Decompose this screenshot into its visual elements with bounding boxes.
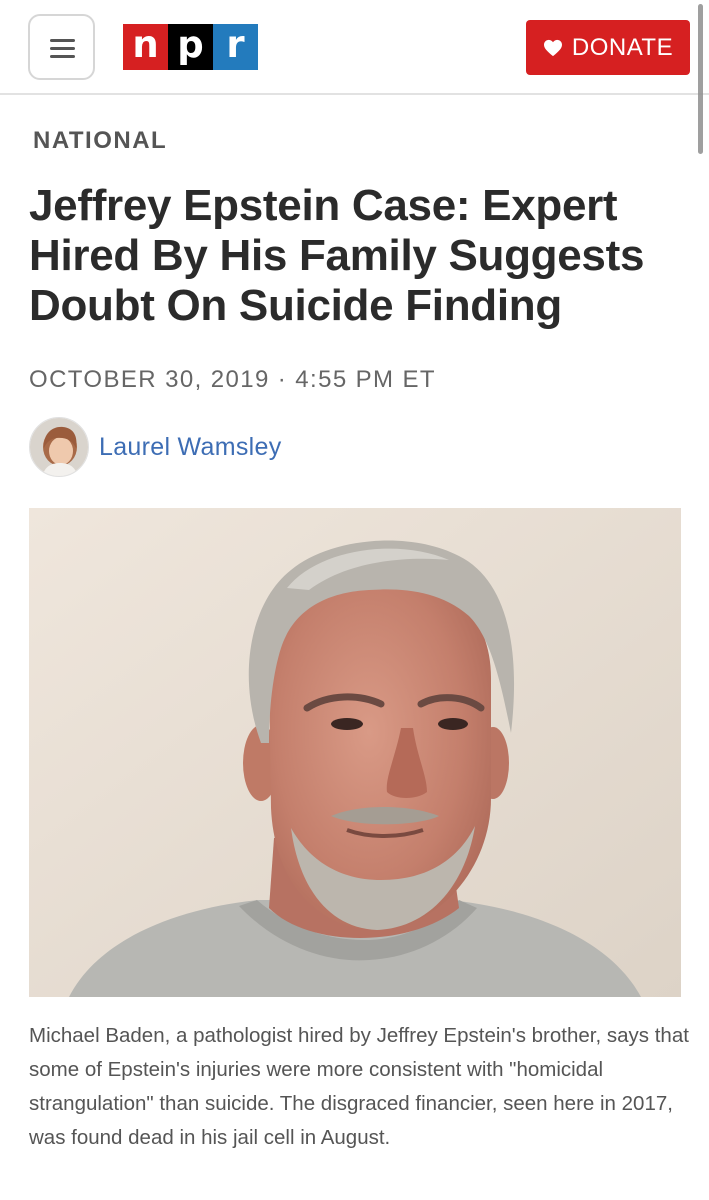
donate-button[interactable]: DONATE — [526, 20, 690, 75]
article-headline: Jeffrey Epstein Case: Expert Hired By Hi… — [29, 181, 645, 330]
article-photo — [29, 508, 681, 997]
author-portrait-image — [30, 418, 88, 476]
donate-label: DONATE — [571, 33, 674, 61]
menu-button[interactable] — [28, 14, 95, 80]
site-header: n p r DONATE — [0, 0, 709, 95]
logo-letter-r: r — [213, 24, 258, 70]
byline: Laurel Wamsley — [29, 417, 282, 477]
author-avatar[interactable] — [29, 417, 89, 477]
logo-letter-p: p — [168, 24, 213, 70]
article-dateline: OCTOBER 30, 2019 · 4:55 PM ET — [29, 366, 436, 393]
heart-icon — [543, 39, 562, 56]
logo-letter-n: n — [123, 24, 168, 70]
mugshot-image — [29, 508, 681, 997]
hamburger-menu-icon — [50, 39, 75, 42]
photo-caption: Michael Baden, a pathologist hired by Je… — [29, 1024, 689, 1149]
scrollbar[interactable] — [698, 4, 703, 154]
author-link[interactable]: Laurel Wamsley — [99, 433, 282, 462]
section-label[interactable]: NATIONAL — [33, 127, 167, 155]
npr-logo[interactable]: n p r — [123, 24, 258, 70]
